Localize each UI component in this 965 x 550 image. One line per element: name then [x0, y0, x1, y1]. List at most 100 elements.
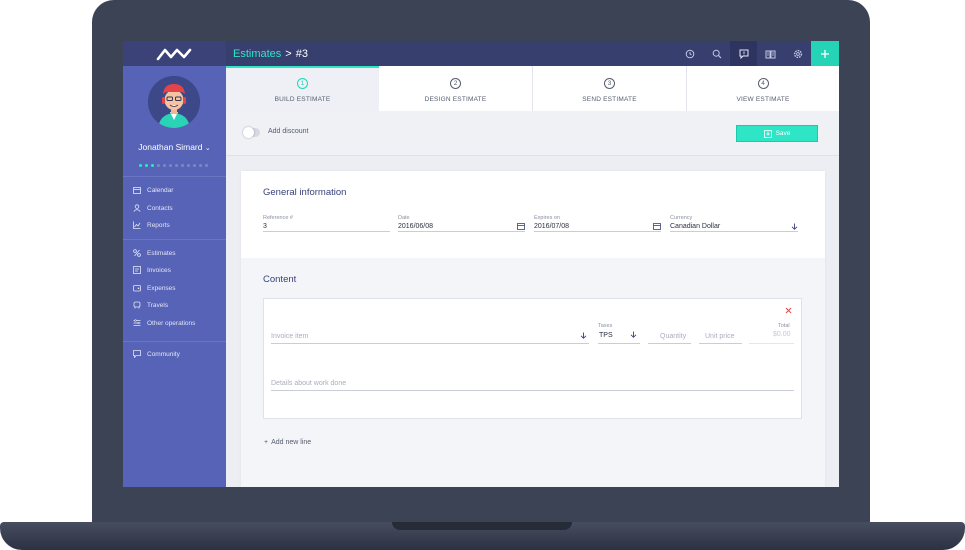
- breadcrumb-current: #3: [295, 47, 308, 60]
- sidebar-item-other-operations[interactable]: Other operations: [133, 317, 195, 329]
- progress-dot: [205, 164, 208, 167]
- reference-value: 3: [263, 222, 267, 230]
- content-title: Content: [263, 274, 297, 285]
- step-number: 4: [757, 78, 769, 89]
- content-section: Content Invoice item Taxes TPS Quantity …: [241, 258, 825, 470]
- step-design-estimate[interactable]: 2 DESIGN ESTIMATE: [379, 66, 532, 111]
- quantity-placeholder: Quantity: [660, 333, 687, 340]
- sidebar-item-label: Expenses: [147, 284, 176, 292]
- details-input[interactable]: [271, 390, 794, 391]
- reports-icon: [133, 221, 141, 229]
- calendar-icon[interactable]: [653, 222, 661, 230]
- date-field[interactable]: Date 2016/06/08: [398, 215, 525, 232]
- progress-dot: [187, 164, 190, 167]
- add-discount-toggle[interactable]: [243, 127, 260, 138]
- sidebar-item-invoices[interactable]: Invoices: [133, 264, 171, 276]
- gear-icon: [793, 49, 802, 58]
- arrow-down-icon[interactable]: [630, 331, 637, 338]
- user-name: Jonathan Simard: [138, 142, 203, 152]
- sidebar-item-label: Other operations: [147, 319, 196, 327]
- arrow-down-icon[interactable]: [580, 332, 587, 339]
- currency-field[interactable]: Currency Canadian Dollar: [670, 215, 798, 232]
- book-icon: [765, 50, 776, 58]
- travels-icon: [133, 301, 141, 309]
- feedback-button[interactable]: [730, 41, 757, 66]
- total-label: Total: [778, 323, 790, 329]
- step-label: BUILD ESTIMATE: [274, 96, 331, 103]
- currency-label: Currency: [670, 215, 693, 221]
- app-logo-icon: [156, 48, 191, 60]
- save-button[interactable]: Save: [736, 125, 818, 142]
- general-information-title: General information: [263, 187, 347, 198]
- calendar-icon[interactable]: [517, 222, 525, 230]
- sidebar-item-calendar[interactable]: Calendar: [133, 184, 173, 196]
- search-button[interactable]: [703, 41, 730, 66]
- sidebar-item-expenses[interactable]: Expenses: [133, 282, 176, 294]
- currency-select[interactable]: Canadian Dollar: [670, 222, 798, 232]
- logo-button[interactable]: [123, 41, 226, 66]
- help-book-button[interactable]: [757, 41, 784, 66]
- estimate-form: General information Reference # 3 Date 2…: [241, 171, 825, 487]
- expenses-icon: [133, 285, 141, 292]
- taxes-select[interactable]: [598, 343, 640, 344]
- unit-price-input[interactable]: [699, 343, 742, 344]
- history-icon: [685, 49, 694, 58]
- total-underline: [749, 343, 794, 344]
- history-button[interactable]: [676, 41, 703, 66]
- step-view-estimate[interactable]: 4 VIEW ESTIMATE: [687, 66, 839, 111]
- feedback-icon: [739, 49, 748, 59]
- progress-dot: [139, 164, 142, 167]
- details-placeholder: Details about work done: [271, 380, 347, 387]
- add-discount-label: Add discount: [268, 128, 309, 135]
- add-new-line-button[interactable]: + Add new line: [264, 439, 311, 446]
- expires-input[interactable]: 2016/07/08: [534, 222, 661, 232]
- taxes-value: TPS: [599, 332, 613, 339]
- top-bar-actions: [676, 41, 839, 66]
- save-icon: [763, 129, 772, 138]
- progress-dot: [193, 164, 196, 167]
- close-icon[interactable]: [785, 307, 792, 314]
- sidebar-item-estimates[interactable]: Estimates: [133, 247, 176, 259]
- progress-dot: [157, 164, 160, 167]
- sidebar-divider: [123, 341, 226, 342]
- form-footer: [241, 470, 825, 487]
- expires-label: Expires on: [534, 215, 560, 221]
- date-input[interactable]: 2016/06/08: [398, 222, 525, 232]
- step-number: 2: [450, 78, 461, 89]
- sidebar-item-label: Contacts: [147, 204, 173, 212]
- save-button-label: Save: [775, 130, 791, 137]
- sidebar-item-reports[interactable]: Reports: [133, 219, 170, 231]
- invoice-item-input[interactable]: [271, 343, 589, 344]
- plus-icon: [821, 49, 829, 58]
- reference-input[interactable]: 3: [263, 222, 390, 232]
- expires-field[interactable]: Expires on 2016/07/08: [534, 215, 661, 232]
- sidebar-item-contacts[interactable]: Contacts: [133, 202, 173, 214]
- sidebar-item-community[interactable]: Community: [133, 348, 180, 360]
- line-item: Invoice item Taxes TPS Quantity Unit pri…: [263, 298, 802, 419]
- avatar[interactable]: [148, 76, 200, 128]
- sidebar-item-label: Community: [147, 350, 180, 358]
- sidebar-item-travels[interactable]: Travels: [133, 299, 168, 311]
- step-send-estimate[interactable]: 3 SEND ESTIMATE: [533, 66, 686, 111]
- progress-dot: [163, 164, 166, 167]
- chevron-down-icon: ⌄: [204, 145, 211, 152]
- settings-button[interactable]: [784, 41, 811, 66]
- step-build-estimate[interactable]: 1 BUILD ESTIMATE: [226, 66, 379, 111]
- currency-value: Canadian Dollar: [670, 222, 721, 230]
- estimate-steps: 1 BUILD ESTIMATE 2 DESIGN ESTIMATE 3 SEN…: [226, 66, 839, 111]
- user-menu[interactable]: Jonathan Simard ⌄: [123, 142, 226, 152]
- expires-value: 2016/07/08: [534, 222, 570, 230]
- invoices-icon: [133, 266, 141, 274]
- reference-field[interactable]: Reference # 3: [263, 215, 390, 232]
- sidebar-item-label: Estimates: [147, 249, 176, 257]
- breadcrumb: Estimates > #3: [233, 41, 308, 66]
- add-new-line-label: Add new line: [271, 439, 312, 446]
- reference-label: Reference #: [263, 215, 293, 221]
- create-new-button[interactable]: [811, 41, 839, 66]
- arrow-down-icon: [791, 223, 798, 230]
- progress-dot: [169, 164, 172, 167]
- app-screen: Estimates > #3 Jonathan Simard ⌄ Calenda…: [123, 41, 839, 487]
- quantity-input[interactable]: [648, 343, 691, 344]
- breadcrumb-estimates-link[interactable]: Estimates: [233, 48, 281, 60]
- invoice-item-placeholder: Invoice item: [271, 333, 309, 340]
